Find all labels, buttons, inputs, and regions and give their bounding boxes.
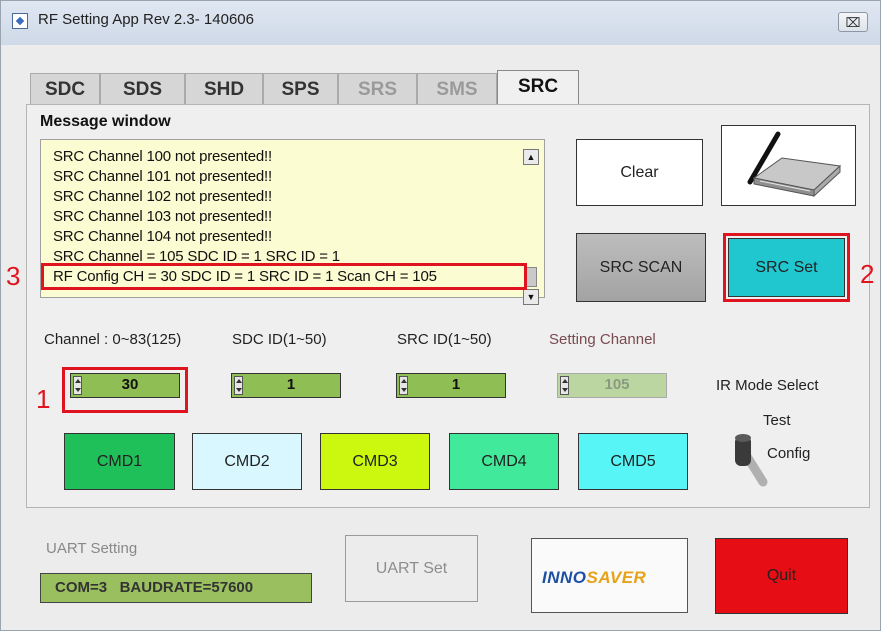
tab-shd[interactable]: SHD: [185, 73, 263, 104]
stepper-arrows-icon[interactable]: [234, 376, 243, 395]
message-window-title: Message window: [40, 113, 171, 130]
tab-sms: SMS: [417, 73, 497, 104]
uart-setting-label: UART Setting: [46, 540, 138, 557]
close-button[interactable]: ⌧: [838, 12, 868, 32]
tab-sdc[interactable]: SDC: [30, 73, 100, 104]
message-line: SRC Channel 100 not presented!!: [53, 148, 272, 165]
message-line: SRC Channel 103 not presented!!: [53, 208, 272, 225]
message-line: SRC Channel 101 not presented!!: [53, 168, 272, 185]
router-device-icon: [747, 131, 842, 198]
ir-mode-toggle-switch[interactable]: [733, 430, 777, 490]
channel-value: 30: [121, 376, 139, 393]
clear-button[interactable]: Clear: [576, 139, 703, 206]
sdc-id-value: 1: [286, 376, 296, 393]
tab-src[interactable]: SRC: [497, 70, 579, 104]
ir-mode-label: IR Mode Select: [716, 377, 819, 394]
setting-channel-stepper: 105: [557, 373, 667, 398]
scroll-up-button[interactable]: ▲: [523, 149, 539, 165]
tab-srs: SRS: [338, 73, 417, 104]
window-title: RF Setting App Rev 2.3- 140606: [38, 11, 254, 28]
cmd3-button[interactable]: CMD3: [320, 433, 430, 490]
app-icon: [12, 13, 28, 29]
highlight-box-3: [41, 263, 527, 290]
src-id-value: 1: [451, 376, 461, 393]
src-scan-button[interactable]: SRC SCAN: [576, 233, 706, 302]
stepper-arrows-icon: [560, 376, 569, 395]
scroll-down-button[interactable]: ▼: [523, 289, 539, 305]
stepper-arrows-icon[interactable]: [399, 376, 408, 395]
logo-inno: INNO: [542, 568, 587, 587]
annotation-marker-2: 2: [860, 259, 875, 289]
channel-label: Channel : 0~83(125): [44, 331, 182, 348]
src-id-label: SRC ID(1~50): [397, 331, 492, 348]
setting-channel-label: Setting Channel: [549, 331, 656, 348]
sdc-id-label: SDC ID(1~50): [232, 331, 327, 348]
channel-stepper[interactable]: 30: [70, 373, 180, 398]
innosaver-logo: INNOSAVER: [542, 568, 646, 588]
src-set-button[interactable]: SRC Set: [728, 238, 845, 297]
uart-set-button: UART Set: [345, 535, 478, 602]
logo-saver: SAVER: [586, 568, 647, 587]
quit-button[interactable]: Quit: [715, 538, 848, 614]
tab-sps[interactable]: SPS: [263, 73, 338, 104]
stepper-arrows-icon[interactable]: [73, 376, 82, 395]
sdc-id-stepper[interactable]: 1: [231, 373, 341, 398]
ir-mode-test-label: Test: [763, 412, 791, 429]
message-line: SRC Channel 104 not presented!!: [53, 228, 272, 245]
uart-status-display: COM=3 BAUDRATE=57600: [40, 573, 312, 603]
device-image-button[interactable]: [721, 125, 856, 206]
annotation-marker-3: 3: [6, 261, 21, 291]
src-id-stepper[interactable]: 1: [396, 373, 506, 398]
message-line: SRC Channel 102 not presented!!: [53, 188, 272, 205]
cmd4-button[interactable]: CMD4: [449, 433, 559, 490]
setting-channel-value: 105: [604, 376, 630, 393]
cmd5-button[interactable]: CMD5: [578, 433, 688, 490]
cmd2-button[interactable]: CMD2: [192, 433, 302, 490]
annotation-marker-1: 1: [36, 384, 51, 414]
cmd1-button[interactable]: CMD1: [64, 433, 175, 490]
tab-sds[interactable]: SDS: [100, 73, 185, 104]
